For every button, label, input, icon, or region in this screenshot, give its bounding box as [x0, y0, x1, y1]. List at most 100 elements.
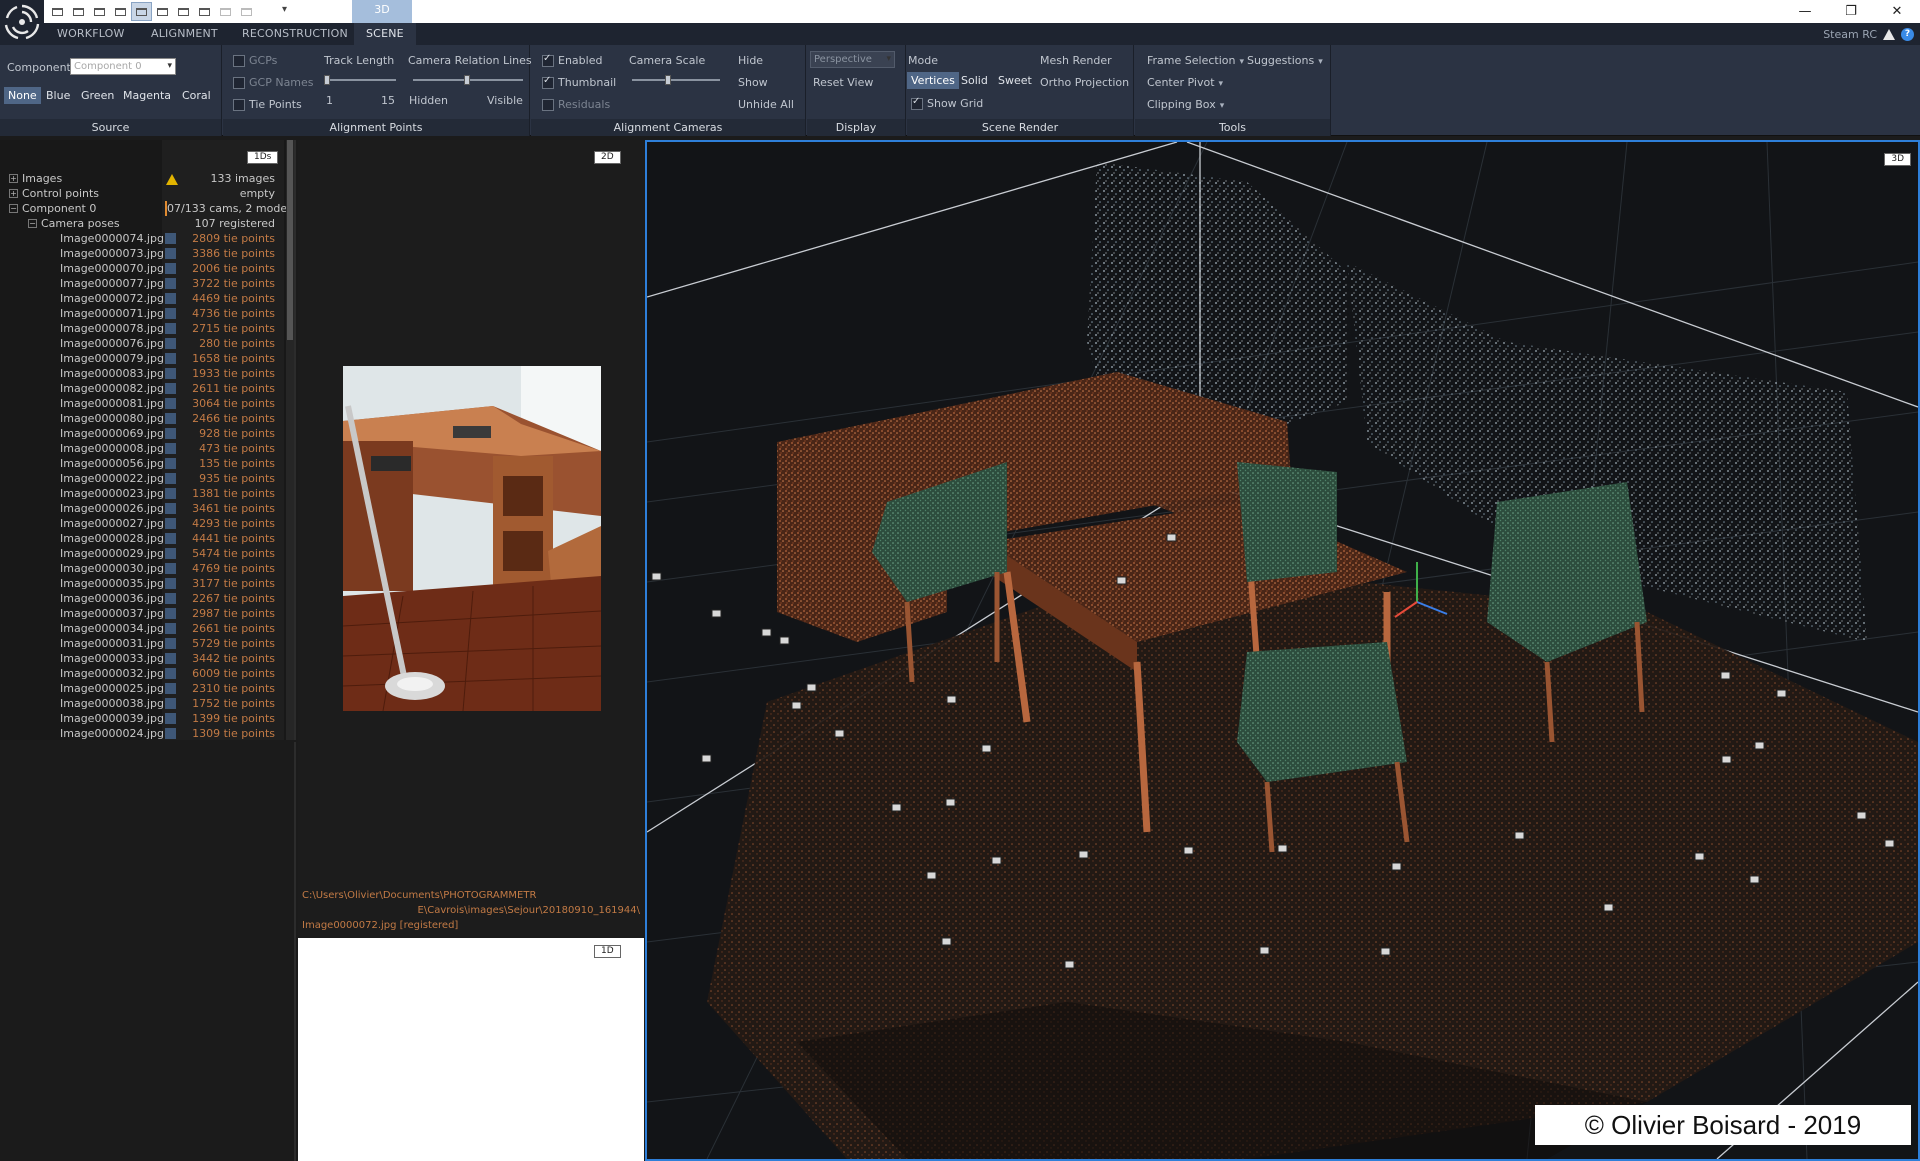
image-thumbnail-icon[interactable]: [165, 713, 176, 724]
expand-icon[interactable]: +: [9, 174, 18, 183]
list-item[interactable]: Image0000082.jpg: [60, 381, 164, 396]
list-item[interactable]: Image0000024.jpg: [60, 726, 164, 740]
reset-view-button[interactable]: Reset View: [813, 76, 873, 89]
list-item[interactable]: Image0000032.jpg: [60, 666, 164, 681]
panel-3d-tag[interactable]: 3D: [1884, 153, 1911, 166]
image-thumbnail-icon[interactable]: [165, 308, 176, 319]
scrollbar-thumb[interactable]: [287, 140, 293, 340]
image-thumbnail-icon[interactable]: [165, 623, 176, 634]
camera-scale-slider[interactable]: [632, 75, 720, 85]
hide-button[interactable]: Hide: [738, 54, 763, 67]
list-item[interactable]: Image0000056.jpg: [60, 456, 164, 471]
gcps-checkbox[interactable]: GCPs: [233, 54, 277, 67]
image-thumbnail-icon[interactable]: [165, 353, 176, 364]
layout-3-button[interactable]: [90, 3, 109, 20]
image-thumbnail-icon[interactable]: [165, 533, 176, 544]
list-item[interactable]: Image0000037.jpg: [60, 606, 164, 621]
vertices-button[interactable]: Vertices: [907, 72, 959, 89]
image-thumbnail-icon[interactable]: [165, 608, 176, 619]
layout-5-button[interactable]: [131, 2, 152, 21]
show-button[interactable]: Show: [738, 76, 768, 89]
tab-scene[interactable]: SCENE: [354, 23, 416, 45]
image-thumbnail-icon[interactable]: [165, 338, 176, 349]
tree-camera-poses[interactable]: − Camera poses: [28, 216, 120, 231]
list-item[interactable]: Image0000033.jpg: [60, 651, 164, 666]
image-thumbnail-icon[interactable]: [165, 653, 176, 664]
view-2d[interactable]: 2D C:\Users\Olivier\Documents\PHOTOGRAMM…: [298, 140, 644, 936]
list-item[interactable]: Image0000077.jpg: [60, 276, 164, 291]
list-item[interactable]: Image0000036.jpg: [60, 591, 164, 606]
app-logo-icon[interactable]: [0, 0, 44, 44]
tree-images[interactable]: + Images: [9, 171, 62, 186]
layout-6-button[interactable]: [153, 3, 172, 20]
image-thumbnail-icon[interactable]: [165, 473, 176, 484]
clipping-box-button[interactable]: Clipping Box ▾: [1147, 98, 1224, 111]
image-thumbnail-icon[interactable]: [165, 578, 176, 589]
list-item[interactable]: Image0000072.jpg: [60, 291, 164, 306]
list-item[interactable]: Image0000008.jpg: [60, 441, 164, 456]
image-thumbnail-icon[interactable]: [165, 548, 176, 559]
image-thumbnail-icon[interactable]: [165, 413, 176, 424]
collapse-icon[interactable]: −: [9, 204, 18, 213]
minimize-icon[interactable]: —: [1782, 0, 1828, 23]
tab-alignment[interactable]: ALIGNMENT: [151, 23, 218, 45]
list-item[interactable]: Image0000071.jpg: [60, 306, 164, 321]
list-item[interactable]: Image0000026.jpg: [60, 501, 164, 516]
frame-selection-button[interactable]: Frame Selection ▾: [1147, 54, 1244, 67]
image-thumbnail-icon[interactable]: [165, 248, 176, 259]
list-item[interactable]: Image0000039.jpg: [60, 711, 164, 726]
image-thumbnail-icon[interactable]: [165, 293, 176, 304]
residuals-checkbox[interactable]: Residuals: [542, 98, 610, 111]
thumbnail-checkbox[interactable]: Thumbnail: [542, 75, 616, 89]
color-blue-button[interactable]: Blue: [42, 87, 74, 104]
list-item[interactable]: Image0000027.jpg: [60, 516, 164, 531]
solid-button[interactable]: Solid: [957, 72, 992, 89]
image-thumbnail-icon[interactable]: [165, 458, 176, 469]
list-item[interactable]: Image0000073.jpg: [60, 246, 164, 261]
image-preview[interactable]: [343, 366, 601, 711]
collapse-icon[interactable]: −: [28, 219, 37, 228]
center-pivot-button[interactable]: Center Pivot ▾: [1147, 76, 1223, 89]
point-cloud-viewport[interactable]: [647, 142, 1918, 1159]
show-grid-checkbox[interactable]: Show Grid: [911, 96, 983, 110]
image-thumbnail-icon[interactable]: [165, 503, 176, 514]
image-thumbnail-icon[interactable]: [165, 698, 176, 709]
image-thumbnail-icon[interactable]: [165, 383, 176, 394]
image-thumbnail-icon[interactable]: [165, 398, 176, 409]
color-coral-button[interactable]: Coral: [178, 87, 215, 104]
panel-1d-tag[interactable]: 1D: [594, 945, 621, 958]
tab-reconstruction[interactable]: RECONSTRUCTION: [242, 23, 348, 45]
image-thumbnail-icon[interactable]: [165, 368, 176, 379]
redo-button[interactable]: [237, 3, 256, 20]
close-icon[interactable]: ✕: [1874, 0, 1920, 23]
layout-1-button[interactable]: [48, 3, 67, 20]
list-item[interactable]: Image0000083.jpg: [60, 366, 164, 381]
tree-scrollbar[interactable]: [286, 140, 294, 740]
list-item[interactable]: Image0000081.jpg: [60, 396, 164, 411]
panel-1ds-tag[interactable]: 1Ds: [247, 151, 279, 164]
list-item[interactable]: Image0000030.jpg: [60, 561, 164, 576]
undo-button[interactable]: [216, 3, 235, 20]
expand-icon[interactable]: +: [9, 189, 18, 198]
list-item[interactable]: Image0000025.jpg: [60, 681, 164, 696]
list-item[interactable]: Image0000034.jpg: [60, 621, 164, 636]
image-thumbnail-icon[interactable]: [165, 263, 176, 274]
image-thumbnail-icon[interactable]: [165, 593, 176, 604]
list-item[interactable]: Image0000023.jpg: [60, 486, 164, 501]
list-item[interactable]: Image0000038.jpg: [60, 696, 164, 711]
list-item[interactable]: Image0000080.jpg: [60, 411, 164, 426]
list-item[interactable]: Image0000028.jpg: [60, 531, 164, 546]
image-thumbnail-icon[interactable]: [165, 278, 176, 289]
layout-2-button[interactable]: [69, 3, 88, 20]
list-item[interactable]: Image0000070.jpg: [60, 261, 164, 276]
ortho-projection-button[interactable]: Ortho Projection: [1040, 76, 1129, 89]
qat-dropdown-icon[interactable]: ▾: [282, 4, 287, 15]
tree-control-points[interactable]: + Control points: [9, 186, 99, 201]
panel-2d-tag[interactable]: 2D: [594, 151, 621, 164]
image-thumbnail-icon[interactable]: [165, 233, 176, 244]
color-none-button[interactable]: None: [4, 87, 41, 104]
sweet-button[interactable]: Sweet: [994, 72, 1036, 89]
warning-icon[interactable]: [1883, 28, 1895, 40]
view-3d-tab[interactable]: 3D: [352, 0, 412, 23]
list-item[interactable]: Image0000078.jpg: [60, 321, 164, 336]
